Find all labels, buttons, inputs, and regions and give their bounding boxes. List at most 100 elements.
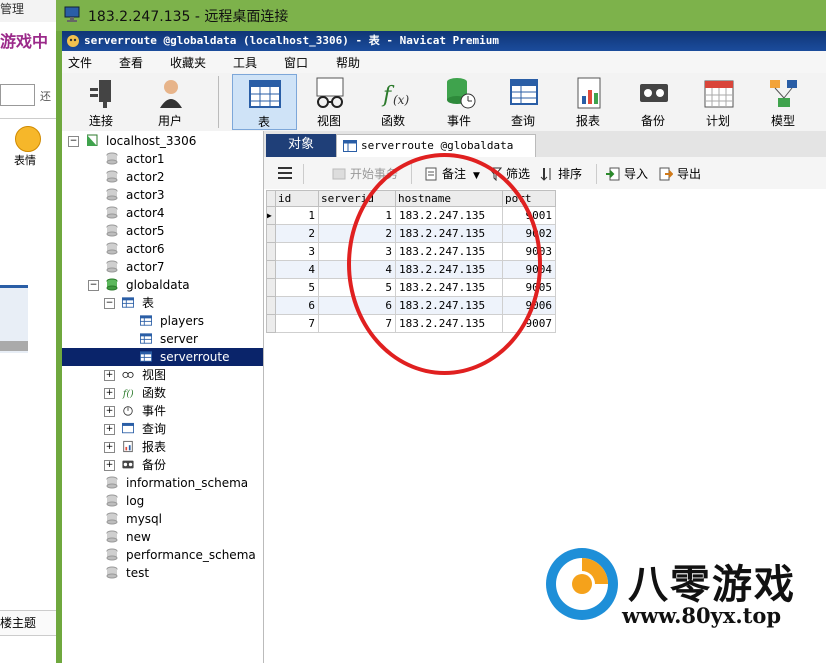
cell-id[interactable]: 7 <box>275 314 319 333</box>
tree-db-new[interactable]: new <box>62 528 263 546</box>
report-button[interactable]: 报表 <box>557 74 619 130</box>
expand-toggle-icon[interactable]: + <box>104 424 115 435</box>
sort-button[interactable]: 排序 <box>540 164 590 184</box>
tree-tables-folder[interactable]: − 表 <box>62 294 263 312</box>
model-button[interactable]: 模型 <box>752 74 814 130</box>
connect-button[interactable]: 连接 <box>70 74 132 130</box>
tree-views[interactable]: + 视图 <box>62 366 263 384</box>
tree-functions[interactable]: + f() 函数 <box>62 384 263 402</box>
background-pink-heading: 游戏中 <box>0 32 49 51</box>
tree-db-performance_schema[interactable]: performance_schema <box>62 546 263 564</box>
view-button[interactable]: 视图 <box>298 74 360 130</box>
svg-text:(x): (x) <box>393 93 409 107</box>
tree-db-actor7[interactable]: actor7 <box>62 258 263 276</box>
expand-toggle-icon[interactable]: + <box>104 388 115 399</box>
menu-window[interactable]: 窗口 <box>284 54 308 71</box>
row-selector[interactable] <box>266 260 276 279</box>
tree-label: information_schema <box>126 476 249 490</box>
cell-id[interactable]: 1 <box>275 206 319 225</box>
export-button[interactable]: 导出 <box>659 164 709 184</box>
tree-db-information_schema[interactable]: information_schema <box>62 474 263 492</box>
glasses-icon <box>316 77 344 108</box>
import-icon <box>606 167 620 181</box>
menu-view[interactable]: 查看 <box>119 54 143 71</box>
menu-icon[interactable] <box>278 166 294 180</box>
connect-label: 连接 <box>88 114 113 128</box>
expand-toggle-icon[interactable]: + <box>104 442 115 453</box>
menu-tools[interactable]: 工具 <box>233 54 257 71</box>
user-button[interactable]: 用户 <box>139 74 201 130</box>
tree-views-icon <box>122 366 136 384</box>
background-input-suffix: 还 <box>40 90 51 103</box>
tree-functions-icon: f() <box>122 384 136 402</box>
menu-favorites[interactable]: 收藏夹 <box>170 54 206 71</box>
tree-reports[interactable]: + 报表 <box>62 438 263 456</box>
cell-id[interactable]: 5 <box>275 278 319 297</box>
tree-label: actor2 <box>126 170 165 184</box>
row-selector[interactable] <box>266 224 276 243</box>
thumbnail-bar <box>0 341 28 351</box>
watermark-url: www.80yx.top <box>622 603 782 628</box>
menu-help[interactable]: 帮助 <box>336 54 360 71</box>
tree-db-test[interactable]: test <box>62 564 263 582</box>
expand-toggle-icon[interactable]: − <box>88 280 99 291</box>
tree-label: performance_schema <box>126 548 256 562</box>
tree-backups[interactable]: + 备份 <box>62 456 263 474</box>
table-icon <box>343 140 357 152</box>
function-button[interactable]: f (x) 函数 <box>362 74 424 130</box>
schedule-button[interactable]: 计划 <box>687 74 749 130</box>
cell-id[interactable]: 4 <box>275 260 319 279</box>
backup-button[interactable]: 备份 <box>622 74 684 130</box>
tab-objects[interactable]: 对象 <box>266 134 336 157</box>
tree-db-actor1[interactable]: actor1 <box>62 150 263 168</box>
row-selector[interactable]: ▶ <box>266 206 276 225</box>
expand-toggle-icon[interactable]: + <box>104 406 115 417</box>
tree-db-actor3[interactable]: actor3 <box>62 186 263 204</box>
tree-db-log[interactable]: log <box>62 492 263 510</box>
expand-toggle-icon[interactable]: − <box>68 136 79 147</box>
event-button[interactable]: 事件 <box>428 74 490 130</box>
tree-table-server-icon <box>140 330 154 348</box>
tree-db-actor5[interactable]: actor5 <box>62 222 263 240</box>
menu-file[interactable]: 文件 <box>68 54 92 71</box>
tree-table-server[interactable]: server <box>62 330 263 348</box>
tree-db-actor2[interactable]: actor2 <box>62 168 263 186</box>
expand-toggle-icon[interactable]: + <box>104 460 115 471</box>
cell-id[interactable]: 6 <box>275 296 319 315</box>
tree-queries[interactable]: + 查询 <box>62 420 263 438</box>
tree-db-actor6[interactable]: actor6 <box>62 240 263 258</box>
cell-id[interactable]: 2 <box>275 224 319 243</box>
watermark-logo-icon <box>546 548 618 620</box>
row-selector[interactable] <box>266 296 276 315</box>
menu-bar: 文件 查看 收藏夹 工具 窗口 帮助 <box>62 51 826 73</box>
tree-db-mysql[interactable]: mysql <box>62 510 263 528</box>
tree-table-serverroute[interactable]: serverroute <box>62 348 263 366</box>
tree-label: actor4 <box>126 206 165 220</box>
row-selector[interactable] <box>266 278 276 297</box>
emoji-icon[interactable] <box>15 126 41 152</box>
column-header-id[interactable]: id <box>275 190 319 207</box>
query-button[interactable]: 查询 <box>492 74 554 130</box>
tree-queries-icon <box>122 420 136 438</box>
tree-table-players[interactable]: players <box>62 312 263 330</box>
expand-toggle-icon[interactable]: + <box>104 370 115 381</box>
tree-label: 函数 <box>142 386 167 400</box>
tree-db-actor3-icon <box>106 186 120 204</box>
import-button[interactable]: 导入 <box>606 164 656 184</box>
tree-db-globaldata[interactable]: − globaldata <box>62 276 263 294</box>
background-bottom-bar: 楼主题 <box>0 610 56 636</box>
tree-db-actor4-icon <box>106 204 120 222</box>
tree-events[interactable]: + 事件 <box>62 402 263 420</box>
rdp-title-text: 183.2.247.135 - 远程桌面连接 <box>88 9 289 25</box>
expand-toggle-icon[interactable]: − <box>104 298 115 309</box>
tree-label: new <box>126 530 151 544</box>
tree-db-actor4[interactable]: actor4 <box>62 204 263 222</box>
cell-id[interactable]: 3 <box>275 242 319 261</box>
tree-label: log <box>126 494 145 508</box>
background-input[interactable] <box>0 84 35 106</box>
tree-connection[interactable]: − localhost_3306 <box>62 132 263 150</box>
navicat-logo-icon <box>67 35 79 47</box>
row-selector[interactable] <box>266 242 276 261</box>
table-button[interactable]: 表 <box>232 74 297 130</box>
row-selector[interactable] <box>266 314 276 333</box>
